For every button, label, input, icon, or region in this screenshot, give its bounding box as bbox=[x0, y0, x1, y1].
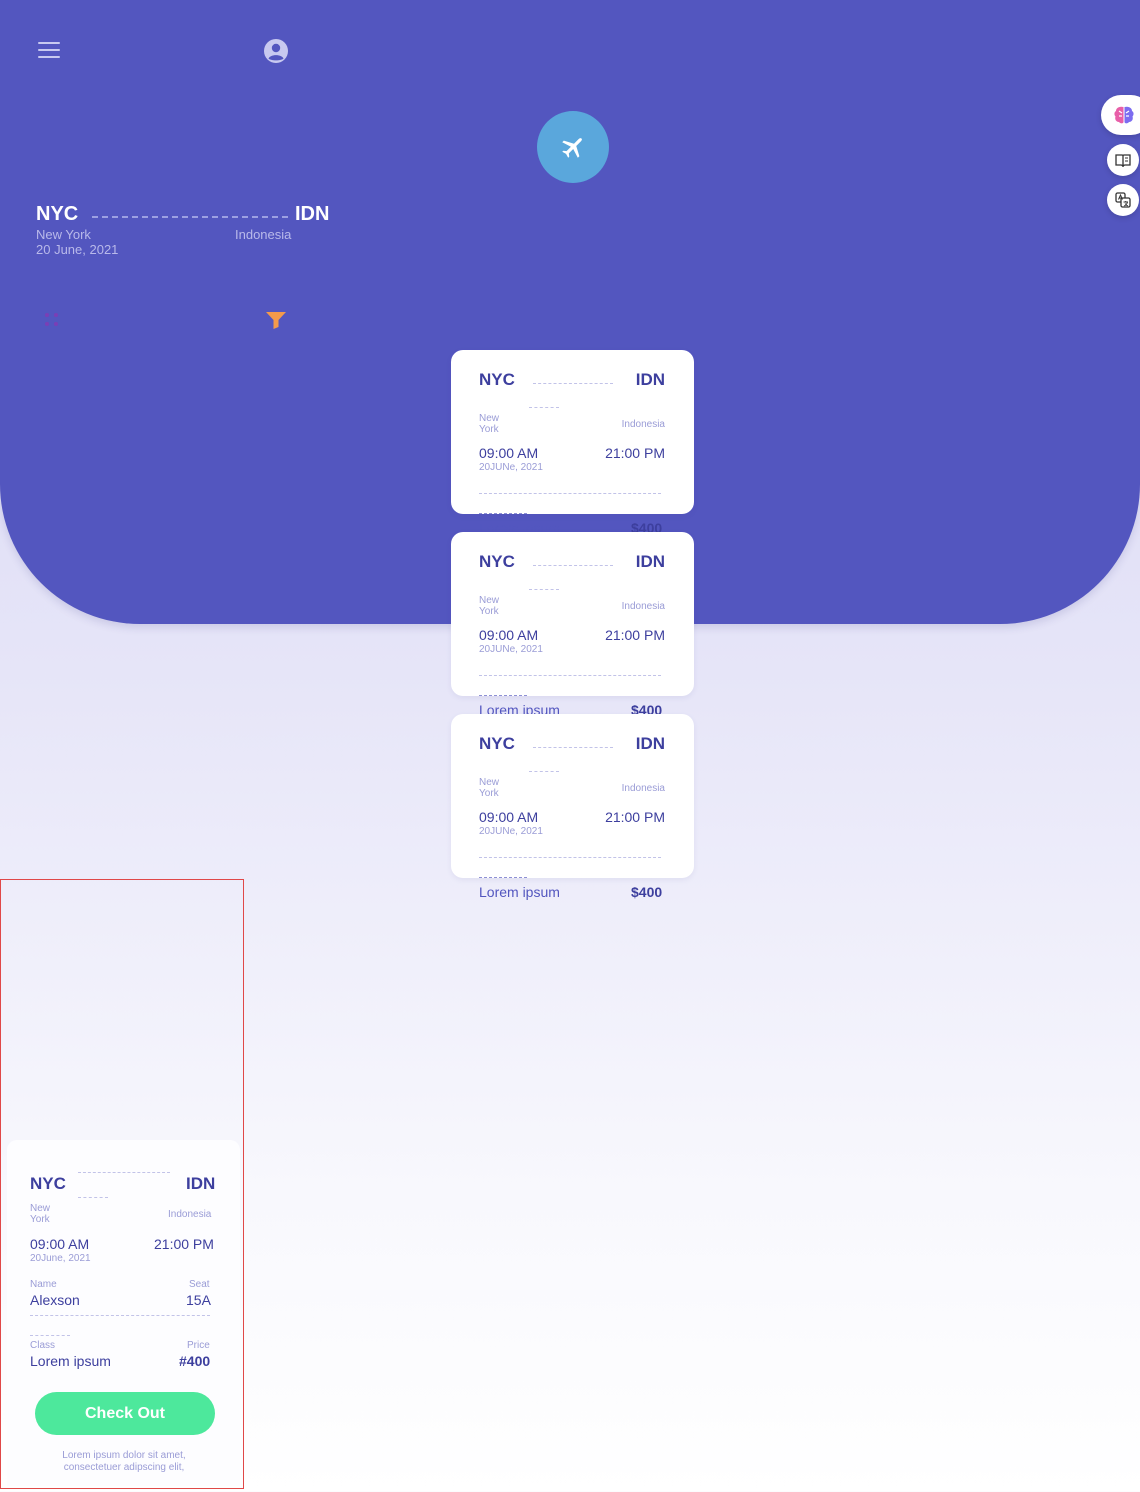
ticket-route-dash-short bbox=[529, 407, 559, 408]
ticket-divider bbox=[479, 857, 661, 858]
detail-divider bbox=[30, 1315, 210, 1316]
detail-origin-city-line1: New bbox=[30, 1203, 51, 1214]
detail-destination-code: IDN bbox=[186, 1174, 216, 1193]
flight-ticket-card[interactable]: NYC IDN New York Indonesia 09:00 AM 21:00 PM 20… bbox=[451, 714, 694, 878]
ticket-route-dash bbox=[533, 565, 613, 566]
flight-ticket-card[interactable]: NYC IDN New York Indonesia 09:00 AM 21:00 PM 20… bbox=[451, 350, 694, 514]
ticket-divider-short bbox=[479, 513, 527, 514]
checkout-button[interactable]: Check Out bbox=[35, 1392, 215, 1435]
ticket-route-dash-short bbox=[529, 589, 559, 590]
origin-code: NYC bbox=[36, 203, 79, 225]
detail-destination-city: Indonesia bbox=[168, 1209, 212, 1220]
ticket-date: 20JUNe, 2021 bbox=[479, 826, 543, 837]
name-value: Alexson bbox=[30, 1292, 80, 1308]
flight-ticket-card[interactable]: NYC IDN New York Indonesia 09:00 AM 21:00 PM 20… bbox=[451, 532, 694, 696]
ticket-origin-city-line1: New bbox=[479, 413, 500, 424]
ticket-origin-city-line1: New bbox=[479, 595, 500, 606]
route-dash bbox=[92, 216, 288, 218]
ticket-arrive-time: 21:00 PM bbox=[605, 627, 665, 643]
ticket-route-dash bbox=[533, 747, 613, 748]
seat-label: Seat bbox=[189, 1279, 210, 1290]
footer-text-line2: consectetuer adipscing elit, bbox=[63, 1462, 185, 1473]
price-label: Price bbox=[187, 1340, 210, 1351]
book-icon[interactable] bbox=[1107, 144, 1139, 176]
menu-icon[interactable] bbox=[38, 42, 60, 60]
ticket-origin-code: NYC bbox=[479, 734, 515, 753]
detail-origin-city-line2: York bbox=[30, 1214, 50, 1225]
detail-route-dash bbox=[78, 1172, 170, 1173]
ticket-arrive-time: 21:00 PM bbox=[605, 809, 665, 825]
ticket-origin-city-line2: York bbox=[479, 788, 499, 799]
grid-dots-icon[interactable] bbox=[45, 313, 61, 327]
ticket-date: 20JUNe, 2021 bbox=[479, 462, 543, 473]
origin-city: New York bbox=[36, 227, 91, 242]
ticket-destination-city: Indonesia bbox=[621, 601, 665, 612]
ticket-depart-time: 09:00 AM bbox=[479, 627, 539, 643]
price-value: #400 bbox=[179, 1353, 211, 1369]
ticket-divider bbox=[479, 493, 661, 494]
ticket-destination-city: Indonesia bbox=[621, 419, 665, 430]
profile-icon[interactable] bbox=[263, 38, 289, 64]
ticket-destination-code: IDN bbox=[635, 734, 665, 753]
ticket-route-dash bbox=[533, 383, 613, 384]
detail-origin-code: NYC bbox=[30, 1174, 66, 1193]
ticket-arrive-time: 21:00 PM bbox=[605, 445, 665, 461]
detail-depart-time: 09:00 AM bbox=[30, 1236, 90, 1252]
ticket-label: Lorem ipsum bbox=[479, 884, 560, 900]
detail-date: 20June, 2021 bbox=[30, 1253, 91, 1264]
ticket-depart-time: 09:00 AM bbox=[479, 445, 539, 461]
detail-route-dash-short bbox=[78, 1197, 108, 1198]
ticket-route-dash-short bbox=[529, 771, 559, 772]
ticket-divider bbox=[479, 675, 661, 676]
ticket-date: 20JUNe, 2021 bbox=[479, 644, 543, 655]
footer-text-line1: Lorem ipsum dolor sit amet, bbox=[62, 1450, 186, 1461]
ticket-origin-city-line2: York bbox=[479, 424, 499, 435]
seat-value: 15A bbox=[186, 1292, 211, 1308]
class-value: Lorem ipsum bbox=[30, 1353, 111, 1369]
name-label: Name bbox=[30, 1279, 57, 1290]
airplane-icon bbox=[537, 111, 609, 183]
ticket-destination-code: IDN bbox=[635, 370, 665, 389]
filter-icon[interactable] bbox=[265, 310, 287, 330]
ticket-depart-time: 09:00 AM bbox=[479, 809, 539, 825]
detail-arrive-time: 21:00 PM bbox=[154, 1236, 214, 1252]
ticket-origin-city-line2: York bbox=[479, 606, 499, 617]
ticket-origin-code: NYC bbox=[479, 552, 515, 571]
ticket-origin-city-line1: New bbox=[479, 777, 500, 788]
destination-city: Indonesia bbox=[235, 227, 292, 242]
ticket-divider-short bbox=[479, 877, 527, 878]
header-hero bbox=[0, 0, 1140, 624]
footer-text: Lorem ipsum dolor sit amet, consectetuer… bbox=[30, 1450, 218, 1474]
translate-icon[interactable] bbox=[1107, 184, 1139, 216]
travel-date: 20 June, 2021 bbox=[36, 242, 119, 257]
class-label: Class bbox=[30, 1340, 56, 1351]
ticket-destination-city: Indonesia bbox=[621, 783, 665, 794]
brain-icon[interactable] bbox=[1101, 95, 1140, 135]
detail-divider-short bbox=[30, 1335, 70, 1336]
destination-code: IDN bbox=[295, 203, 330, 225]
ticket-divider-short bbox=[479, 695, 527, 696]
ticket-origin-code: NYC bbox=[479, 370, 515, 389]
ticket-price: $400 bbox=[631, 884, 663, 900]
ticket-destination-code: IDN bbox=[635, 552, 665, 571]
